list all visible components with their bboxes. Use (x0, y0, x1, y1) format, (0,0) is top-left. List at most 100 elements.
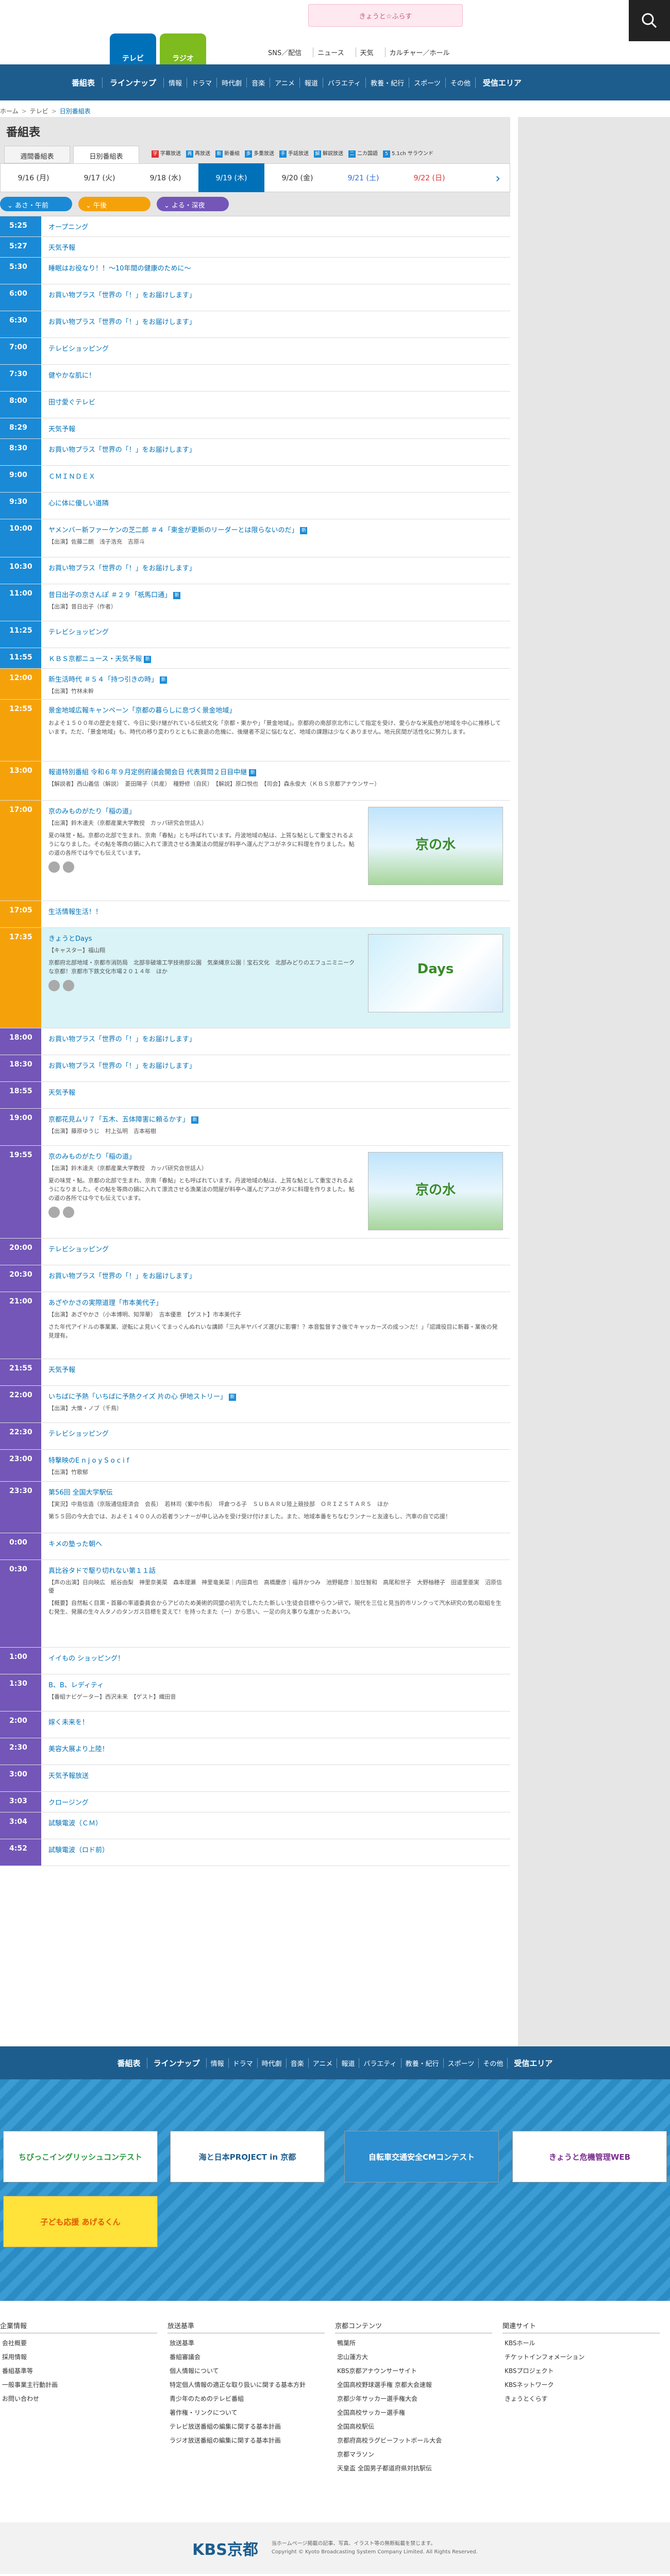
footer-link-heading[interactable]: 放送基準 (167, 2320, 325, 2333)
nav-lineup[interactable]: ラインナップ (146, 2057, 206, 2069)
footer-link[interactable]: 天皇盃 全国男子都道府県対抗駅伝 (335, 2464, 502, 2472)
site-logo[interactable]: きょうと☆ふらす (308, 4, 463, 27)
footer-link[interactable]: 番組審議会 (167, 2352, 335, 2361)
tab-radio[interactable]: ラジオ (160, 33, 206, 64)
program-thumbnail[interactable]: 京の水 (368, 807, 503, 885)
footer-link[interactable]: KBSホール (502, 2338, 670, 2347)
footer-link[interactable]: KBS京都アナウンサーサイト (335, 2366, 502, 2375)
nav-genre[interactable]: その他 (478, 2058, 507, 2068)
date-tab[interactable]: 9/20 (金) (264, 173, 330, 183)
footer-link-heading[interactable]: 京都コンテンツ (335, 2320, 492, 2333)
program-thumbnail[interactable]: 京の水 (368, 1152, 503, 1230)
program-title[interactable]: 心に体に優しい道隣 (48, 498, 503, 507)
footer-link[interactable]: 青少年のためのテレビ番組 (167, 2394, 335, 2403)
program-title[interactable]: 試験電波（ロド前） (48, 1844, 503, 1854)
footer-link[interactable]: 著作権・リンクについて (167, 2408, 335, 2417)
breadcrumb-item[interactable]: テレビ (30, 108, 48, 115)
footer-link[interactable]: 採用情報 (0, 2352, 167, 2361)
header-nav-item[interactable]: 天気 (355, 47, 378, 57)
program-title[interactable]: 健やかな肌に！ (48, 370, 503, 380)
nav-genre[interactable]: その他 (445, 77, 475, 88)
program-title[interactable]: お買い物プラス「世界の「！」をお届けします」 (48, 563, 503, 572)
footer-link[interactable]: KBSネットワーク (502, 2380, 670, 2389)
program-title[interactable]: B、B、レディティ (48, 1680, 503, 1689)
program-title[interactable]: ＣＭＩＮＤＥＸ (48, 471, 503, 481)
program-title[interactable]: 真比谷タドで駆り切れない第１１話 (48, 1565, 503, 1575)
date-tab[interactable]: 9/17 (火) (66, 173, 132, 183)
date-tab[interactable]: 9/16 (月) (1, 173, 66, 183)
program-title[interactable]: お買い物プラス「世界の「！」をお届けします」 (48, 444, 503, 454)
program-title[interactable]: 天気予報放送 (48, 1770, 503, 1780)
program-title[interactable]: ヤメンバー新ファーケンの芝二郎 ＃４「東金が更新のリーダーとは限らないのだ」新 (48, 524, 503, 534)
program-title[interactable]: きょうとDays (48, 933, 356, 943)
nav-genre[interactable]: 報道 (299, 77, 323, 88)
tab-tv[interactable]: テレビ (110, 33, 156, 64)
date-tab[interactable]: 9/22 (日) (396, 173, 462, 183)
link-icon[interactable] (63, 980, 74, 992)
banner-english-contest[interactable]: ちびっこイングリッシュコンテスト (3, 2131, 158, 2182)
program-title[interactable]: 生活情報生活！！ (48, 906, 503, 916)
header-nav-item[interactable]: SNS／配信 (264, 47, 306, 57)
program-title[interactable]: ＫＢＳ京都ニュース・天気予報新 (48, 653, 503, 663)
nav-area[interactable]: 受信エリア (507, 2057, 559, 2069)
program-title[interactable]: テレビショッピング (48, 1244, 503, 1253)
program-title[interactable]: オープニング (48, 222, 503, 231)
nav-genre[interactable]: アニメ (308, 2058, 337, 2068)
program-thumbnail[interactable]: Days (368, 934, 503, 1012)
footer-link-heading[interactable]: 企業情報 (0, 2320, 157, 2333)
footer-link[interactable]: KBSプロジェクト (502, 2366, 670, 2375)
footer-link[interactable]: お問い合わせ (0, 2394, 167, 2403)
date-tab[interactable]: 9/19 (木) (198, 163, 264, 192)
nav-genre[interactable]: 音楽 (286, 2058, 308, 2068)
program-title[interactable]: 田寸愛ぐテレビ (48, 397, 503, 406)
date-tab[interactable]: 9/18 (水) (132, 173, 198, 183)
footer-link[interactable]: 全国高校サッカー選手権 (335, 2408, 502, 2417)
footer-link[interactable]: テレビ放送番組の編集に関する基本計画 (167, 2422, 335, 2431)
nav-genre[interactable]: 情報 (206, 2058, 228, 2068)
nav-genre[interactable]: ドラマ (187, 77, 216, 88)
program-title[interactable]: 天気予報 (48, 242, 503, 252)
program-title[interactable]: お買い物プラス「世界の「！」をお届けします」 (48, 316, 503, 326)
date-tab[interactable]: 9/21 (土) (330, 173, 396, 183)
banner-ageru-kun[interactable]: 子ども応援 あげるくん (3, 2196, 158, 2247)
nav-genre[interactable]: スポーツ (443, 2058, 479, 2068)
program-title[interactable]: お買い物プラス「世界の「！」をお届けします」 (48, 1270, 503, 1280)
program-title[interactable]: お買い物プラス「世界の「！」をお届けします」 (48, 1033, 503, 1043)
program-title[interactable]: 第56回 全国大学駅伝 (48, 1487, 503, 1497)
footer-link[interactable]: 放送基準 (167, 2338, 335, 2347)
footer-link[interactable]: 会社概要 (0, 2338, 167, 2347)
program-title[interactable]: いちばに予熱「いちばに予熱クイズ 片の心 伊地ストリー」新 (48, 1391, 503, 1401)
footer-link[interactable]: きょうとくらす (502, 2394, 670, 2403)
program-title[interactable]: 睡眠はお役なり！！～10年間の健康のために～ (48, 263, 503, 273)
program-title[interactable]: クロージング (48, 1797, 503, 1807)
nav-genre[interactable]: 情報 (163, 77, 187, 88)
share-icon[interactable] (48, 980, 60, 992)
nav-genre[interactable]: 時代劇 (216, 77, 246, 88)
program-title[interactable]: 美容大展より上陸！ (48, 1743, 503, 1753)
footer-link[interactable]: 京都府高校ラグビーフットボール大会 (335, 2436, 502, 2445)
nav-area[interactable]: 受信エリア (475, 77, 529, 88)
footer-link[interactable]: ラジオ放送番組の編集に関する基本計画 (167, 2436, 335, 2445)
program-title[interactable]: 景金地域広報キャンペーン「京都の暮らしに息づく景金地域」 (48, 705, 503, 715)
program-title[interactable]: 京のみものがたり「稲の道」 (48, 1151, 356, 1161)
program-title[interactable]: イイもの ショッピング！ (48, 1653, 503, 1663)
nav-schedule[interactable]: 番組表 (111, 2058, 147, 2069)
banner-crisis-web[interactable]: きょうと危機管理WEB (512, 2131, 667, 2182)
nav-genre[interactable]: アニメ (270, 77, 299, 88)
program-title[interactable]: 新生活時代 ＃５４「持つ引きの時」新 (48, 674, 503, 684)
footer-link[interactable]: 一般事業主行動計画 (0, 2380, 167, 2389)
program-title[interactable]: 昔日出子の京さんぽ ＃２９「祇馬口通」新 (48, 589, 503, 599)
link-icon[interactable] (63, 1207, 74, 1218)
zone-night[interactable]: ⌄ よる・深夜 (157, 197, 229, 211)
header-nav-item[interactable]: カルチャー／ホール (384, 47, 454, 57)
zone-afternoon[interactable]: ⌄ 午後 (78, 197, 150, 211)
banner-bicycle-cm[interactable]: 自転車交通安全CMコンテスト (344, 2131, 499, 2182)
program-title[interactable]: 試験電波（ＣＭ） (48, 1818, 503, 1827)
footer-link-heading[interactable]: 関連サイト (502, 2320, 660, 2333)
program-title[interactable]: お買い物プラス「世界の「！」をお届けします」 (48, 290, 503, 299)
footer-logo[interactable]: KBS京都 (192, 2537, 258, 2560)
nav-genre[interactable]: 教養・紀行 (400, 2058, 443, 2068)
footer-link[interactable]: 全国高校駅伝 (335, 2422, 502, 2431)
footer-link[interactable]: 鴨葉所 (335, 2338, 502, 2347)
nav-genre[interactable]: バラエティ (322, 77, 365, 88)
